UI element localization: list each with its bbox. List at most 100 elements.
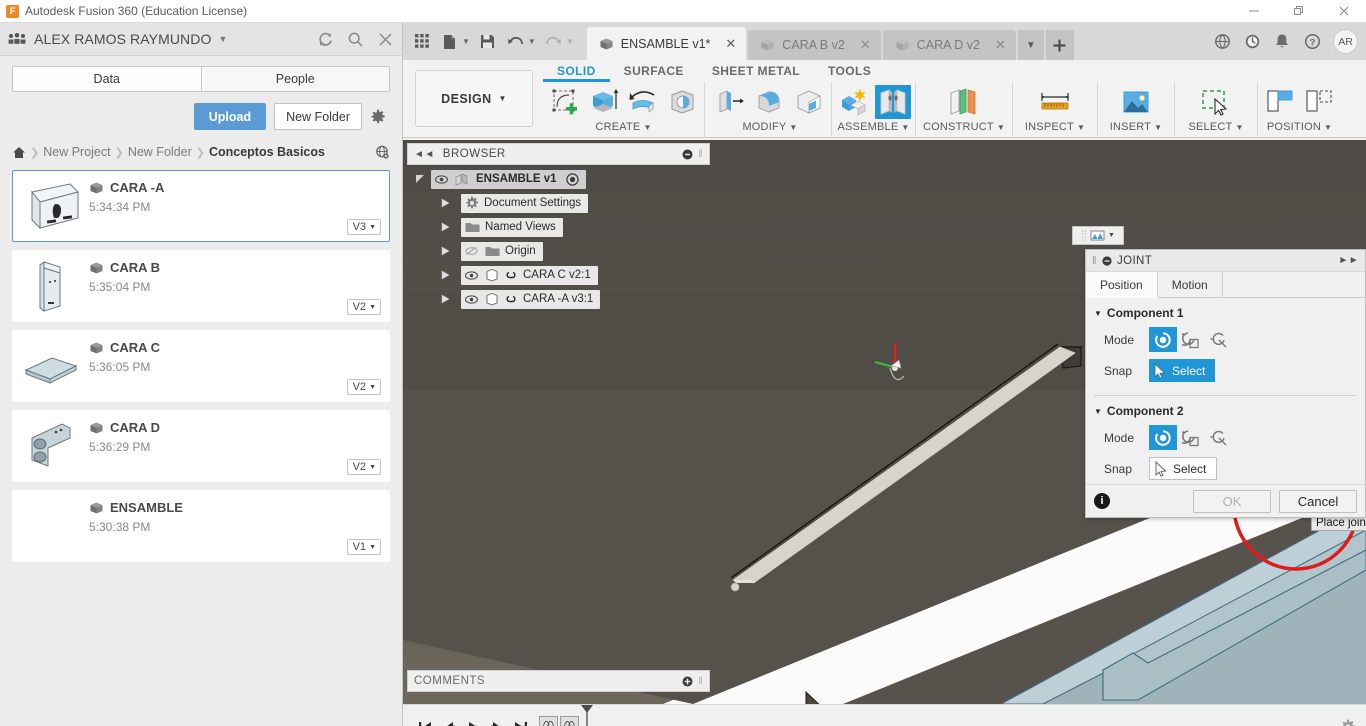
chevron-down-icon[interactable]: ▼ bbox=[462, 37, 470, 46]
measure-icon[interactable] bbox=[1037, 85, 1073, 119]
refresh-icon[interactable] bbox=[317, 31, 334, 48]
joint-feature-icon[interactable] bbox=[539, 716, 558, 726]
app-grid-icon[interactable] bbox=[409, 28, 435, 56]
notifications-icon[interactable] bbox=[1267, 23, 1297, 60]
panel-label-insert[interactable]: INSERT ▼ bbox=[1102, 121, 1170, 133]
visibility-eye-off-icon[interactable] bbox=[465, 246, 480, 256]
list-item[interactable]: CARA C 5:36:05 PM V2 ▼ bbox=[12, 330, 390, 402]
ok-button[interactable]: OK bbox=[1193, 489, 1271, 513]
tree-row[interactable]: ENSAMBLE v1 bbox=[431, 169, 586, 189]
upload-button[interactable]: Upload bbox=[193, 103, 267, 130]
panel-label-position[interactable]: POSITION ▼ bbox=[1262, 121, 1337, 133]
tab-surface[interactable]: SURFACE bbox=[610, 60, 698, 82]
tree-row[interactable]: Document Settings bbox=[461, 193, 589, 213]
panel-label-assemble[interactable]: ASSEMBLE ▼ bbox=[836, 121, 911, 133]
visibility-eye-icon[interactable] bbox=[435, 174, 450, 184]
section-title[interactable]: ▼ Component 1 bbox=[1094, 306, 1357, 320]
tab-overflow-button[interactable]: ▼ bbox=[1017, 30, 1044, 60]
new-folder-button[interactable]: New Folder bbox=[274, 103, 362, 130]
new-component-icon[interactable] bbox=[836, 85, 872, 119]
globe-icon[interactable] bbox=[375, 145, 390, 160]
version-dropdown[interactable]: V2 ▼ bbox=[346, 299, 381, 315]
minimize-button[interactable] bbox=[1231, 0, 1276, 23]
snap-select-button[interactable]: Select bbox=[1149, 457, 1218, 480]
create-sketch-icon[interactable] bbox=[547, 85, 583, 119]
new-tab-button[interactable] bbox=[1045, 30, 1074, 60]
go-to-beginning-icon[interactable] bbox=[413, 713, 437, 726]
snap-select-button[interactable]: Select bbox=[1149, 359, 1216, 382]
align-icon[interactable] bbox=[1262, 85, 1298, 119]
minus-circle-icon[interactable] bbox=[682, 149, 693, 160]
list-item[interactable]: CARA -A 5:34:34 PM V3 ▼ bbox=[12, 170, 390, 242]
doc-tab-cara-d[interactable]: CARA D v2 ✕ bbox=[882, 30, 1016, 60]
shell-icon[interactable] bbox=[791, 85, 827, 119]
help-icon[interactable]: ? bbox=[1297, 23, 1327, 60]
grip-icon[interactable]: ‖ bbox=[698, 676, 703, 687]
joint-dialog-header[interactable]: ‖ JOINT ►► bbox=[1086, 250, 1365, 272]
move-copy-icon[interactable] bbox=[1301, 85, 1337, 119]
visibility-eye-icon[interactable] bbox=[465, 270, 480, 280]
profile-icon[interactable] bbox=[1205, 327, 1233, 352]
expand-caret-icon[interactable] bbox=[441, 246, 457, 256]
step-forward-icon[interactable] bbox=[485, 713, 509, 726]
insert-image-icon[interactable] bbox=[1118, 85, 1154, 119]
tab-solid[interactable]: SOLID bbox=[543, 60, 610, 82]
tab-people[interactable]: People bbox=[201, 67, 389, 91]
tree-node-document-settings[interactable]: Document Settings bbox=[407, 193, 710, 213]
timeline-marker[interactable] bbox=[580, 704, 594, 726]
tree-row[interactable]: Named Views bbox=[461, 217, 563, 237]
doc-tab-cara-b[interactable]: CARA B v2 ✕ bbox=[748, 30, 881, 60]
list-item[interactable]: CARA B 5:35:04 PM V2 ▼ bbox=[12, 250, 390, 322]
joint-icon[interactable] bbox=[875, 85, 911, 119]
tree-node-named-views[interactable]: Named Views bbox=[407, 217, 710, 237]
version-dropdown[interactable]: V2 ▼ bbox=[346, 459, 381, 475]
home-icon[interactable] bbox=[12, 146, 26, 159]
maximize-button[interactable] bbox=[1276, 0, 1321, 23]
redo-icon[interactable] bbox=[541, 28, 567, 56]
chevron-down-icon[interactable]: ▼ bbox=[218, 34, 227, 44]
viewport-canvas[interactable]: TOP FRONT RIGHT Z X bbox=[403, 140, 1366, 704]
panel-label-create[interactable]: CREATE ▼ bbox=[547, 121, 700, 133]
tree-row[interactable]: Origin bbox=[461, 241, 543, 261]
comments-panel[interactable]: COMMENTS ‖ bbox=[407, 670, 710, 692]
grip-icon[interactable]: ‖ bbox=[698, 149, 703, 160]
version-dropdown[interactable]: V2 ▼ bbox=[346, 379, 381, 395]
profile-icon[interactable] bbox=[1205, 425, 1233, 450]
search-icon[interactable] bbox=[347, 31, 364, 48]
go-to-end-icon[interactable] bbox=[509, 713, 533, 726]
undo-icon[interactable] bbox=[503, 28, 529, 56]
step-back-icon[interactable] bbox=[437, 713, 461, 726]
extrude-icon[interactable] bbox=[586, 85, 622, 119]
chevron-down-icon[interactable]: ▼ bbox=[566, 37, 574, 46]
between-two-faces-icon[interactable] bbox=[1177, 425, 1205, 450]
visibility-eye-icon[interactable] bbox=[465, 294, 480, 304]
tree-node-origin[interactable]: Origin bbox=[407, 241, 710, 261]
panel-label-modify[interactable]: MODIFY ▼ bbox=[713, 121, 827, 133]
avatar[interactable]: AR bbox=[1333, 29, 1358, 54]
tab-tools[interactable]: TOOLS bbox=[814, 60, 885, 82]
expand-caret-icon[interactable] bbox=[441, 270, 457, 280]
display-settings-widget[interactable]: ▼ bbox=[1072, 226, 1124, 245]
tree-node-ensamble[interactable]: ENSAMBLE v1 bbox=[407, 169, 710, 189]
snap-point-icon[interactable] bbox=[1149, 425, 1177, 450]
offset-plane-icon[interactable] bbox=[946, 85, 982, 119]
list-item[interactable]: CARA D 5:36:29 PM V2 ▼ bbox=[12, 410, 390, 482]
expand-caret-icon[interactable] bbox=[441, 294, 457, 304]
expand-caret-icon[interactable] bbox=[441, 198, 457, 208]
grip-icon[interactable]: ‖ bbox=[1092, 255, 1097, 267]
close-icon[interactable]: ✕ bbox=[995, 37, 1006, 53]
gear-icon[interactable] bbox=[370, 109, 390, 125]
tree-row[interactable]: CARA -A v3:1 bbox=[461, 289, 601, 309]
hole-icon[interactable] bbox=[664, 85, 700, 119]
panel-label-select[interactable]: SELECT ▼ bbox=[1179, 121, 1253, 133]
tree-row[interactable]: CARA C v2:1 bbox=[461, 265, 598, 285]
tab-data[interactable]: Data bbox=[13, 67, 202, 91]
breadcrumb-item-folder[interactable]: New Folder bbox=[128, 145, 192, 159]
plus-circle-icon[interactable] bbox=[682, 676, 693, 687]
expand-caret-icon[interactable] bbox=[441, 222, 457, 232]
save-icon[interactable] bbox=[475, 28, 501, 56]
close-icon[interactable]: ✕ bbox=[860, 37, 871, 53]
panel-label-inspect[interactable]: INSPECT ▼ bbox=[1017, 121, 1093, 133]
globe-icon[interactable] bbox=[1207, 23, 1237, 60]
doc-tab-ensamble[interactable]: ENSAMBLE v1* ✕ bbox=[586, 27, 747, 60]
